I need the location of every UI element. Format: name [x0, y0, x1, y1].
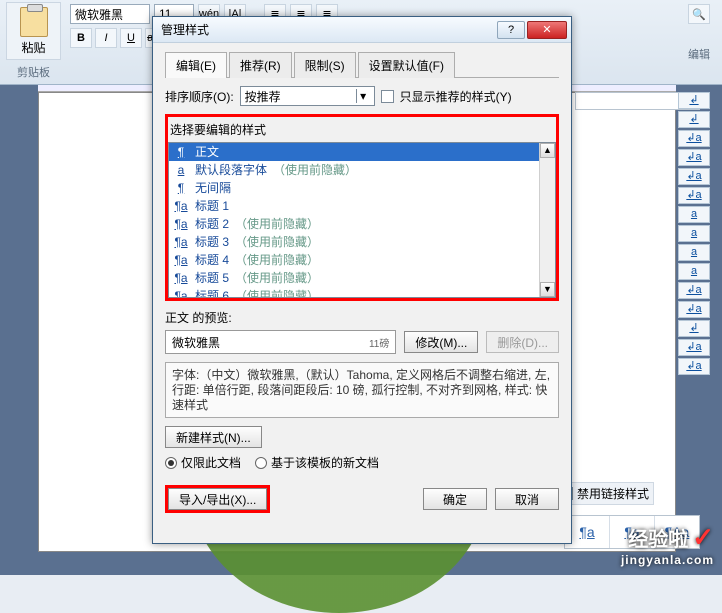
sort-order-combo[interactable]: 按推荐▾ — [240, 86, 375, 106]
style-entry[interactable]: ↲a — [678, 358, 710, 375]
style-item-heading3[interactable]: ¶a 标题 3 （使用前隐藏） — [169, 233, 555, 251]
preview-label: 正文 的预览: — [165, 309, 559, 326]
styles-pane-list: ↲ ↲ ↲a ↲a ↲a ↲a a a a a ↲a ↲a ↲ ↲a ↲a — [678, 92, 710, 375]
show-recommended-label: 只显示推荐的样式(Y) — [400, 88, 512, 105]
style-entry[interactable]: ↲ — [678, 320, 710, 337]
ok-button[interactable]: 确定 — [423, 488, 487, 510]
chevron-down-icon: ▾ — [356, 89, 370, 103]
scroll-up-icon[interactable]: ▲ — [540, 143, 555, 158]
style-entry[interactable]: ↲a — [678, 130, 710, 147]
font-name-combo[interactable]: 微软雅黑 — [70, 4, 150, 24]
style-entry[interactable]: ↲ — [678, 92, 710, 109]
clipboard-group-label: 剪贴板 — [6, 64, 61, 80]
style-entry[interactable]: a — [678, 206, 710, 223]
tab-edit[interactable]: 编辑(E) — [165, 52, 227, 78]
linked-icon: ¶a — [173, 198, 189, 214]
style-listbox[interactable]: ¶ 正文 a 默认段落字体 （使用前隐藏） ¶ 无间隔 ¶a 标题 1 ¶a — [168, 142, 556, 298]
dialog-tabs: 编辑(E) 推荐(R) 限制(S) 设置默认值(F) — [165, 51, 559, 78]
find-icon[interactable]: 🔍 — [688, 4, 710, 24]
style-entry[interactable]: ↲a — [678, 187, 710, 204]
style-description: 字体:（中文）微软雅黑,（默认）Tahoma, 定义网格后不调整右缩进, 左, … — [165, 362, 559, 418]
underline-button[interactable]: U — [120, 28, 142, 48]
disable-linked-label: 禁用链接样式 — [577, 485, 649, 502]
linked-icon: ¶a — [173, 234, 189, 250]
paragraph-icon: ¶ — [173, 180, 189, 196]
modify-button[interactable]: 修改(M)... — [404, 331, 478, 353]
watermark: 经验啦✓ jingyanla.com — [621, 522, 714, 567]
import-export-button[interactable]: 导入/导出(X)... — [168, 488, 267, 510]
style-entry[interactable]: ↲a — [678, 168, 710, 185]
char-icon: a — [173, 162, 189, 178]
linked-icon: ¶a — [173, 270, 189, 286]
style-item-heading6[interactable]: ¶a 标题 6 （使用前隐藏） — [169, 287, 555, 298]
close-button[interactable]: ✕ — [527, 21, 567, 39]
select-style-label: 选择要编辑的样式 — [168, 117, 556, 140]
tab-defaults[interactable]: 设置默认值(F) — [358, 52, 455, 78]
style-item-heading4[interactable]: ¶a 标题 4 （使用前隐藏） — [169, 251, 555, 269]
tab-recommend[interactable]: 推荐(R) — [229, 52, 292, 78]
edit-group-label: 编辑 — [688, 46, 710, 62]
style-item-heading1[interactable]: ¶a 标题 1 — [169, 197, 555, 215]
scroll-down-icon[interactable]: ▼ — [540, 282, 555, 297]
sort-order-label: 排序顺序(O): — [165, 88, 234, 105]
dialog-titlebar[interactable]: 管理样式 ? ✕ — [153, 17, 571, 43]
style-item-body[interactable]: ¶ 正文 — [169, 143, 555, 161]
paragraph-icon: ¶ — [173, 144, 189, 160]
highlight-style-list: 选择要编辑的样式 ¶ 正文 a 默认段落字体 （使用前隐藏） ¶ 无间隔 ¶a — [165, 114, 559, 301]
radio-template[interactable]: 基于该模板的新文档 — [255, 454, 379, 471]
delete-button: 删除(D)... — [486, 331, 559, 353]
style-entry[interactable]: ↲a — [678, 301, 710, 318]
linked-icon: ¶a — [173, 288, 189, 298]
paste-button[interactable]: 粘贴 — [6, 2, 61, 60]
dialog-title: 管理样式 — [157, 21, 495, 38]
new-style-button[interactable]: 新建样式(N)... — [165, 426, 262, 448]
linked-icon: ¶a — [173, 216, 189, 232]
style-entry[interactable]: ↲a — [678, 282, 710, 299]
scrollbar[interactable]: ▲ ▼ — [539, 143, 555, 297]
paste-icon — [20, 7, 48, 37]
cancel-button[interactable]: 取消 — [495, 488, 559, 510]
style-item-heading2[interactable]: ¶a 标题 2 （使用前隐藏） — [169, 215, 555, 233]
radio-icon — [255, 457, 267, 469]
style-entry[interactable]: ↲a — [678, 149, 710, 166]
show-recommended-checkbox[interactable] — [381, 90, 394, 103]
style-entry[interactable]: a — [678, 263, 710, 280]
radio-this-doc[interactable]: 仅限此文档 — [165, 454, 241, 471]
linked-icon: ¶a — [173, 252, 189, 268]
style-item-heading5[interactable]: ¶a 标题 5 （使用前隐藏） — [169, 269, 555, 287]
radio-icon — [165, 457, 177, 469]
help-button[interactable]: ? — [497, 21, 525, 39]
manage-styles-dialog: 管理样式 ? ✕ 编辑(E) 推荐(R) 限制(S) 设置默认值(F) 排序顺序… — [152, 16, 572, 544]
highlight-import-export: 导入/导出(X)... — [165, 485, 270, 513]
style-item-default-font[interactable]: a 默认段落字体 （使用前隐藏） — [169, 161, 555, 179]
paste-label: 粘贴 — [7, 39, 60, 56]
tab-restrict[interactable]: 限制(S) — [294, 52, 356, 78]
style-entry[interactable]: ↲a — [678, 339, 710, 356]
style-entry[interactable]: ↲ — [678, 111, 710, 128]
italic-button[interactable]: I — [95, 28, 117, 48]
bold-button[interactable]: B — [70, 28, 92, 48]
style-entry[interactable]: a — [678, 244, 710, 261]
style-entry[interactable]: a — [678, 225, 710, 242]
check-icon: ✓ — [692, 522, 714, 552]
style-item-no-spacing[interactable]: ¶ 无间隔 — [169, 179, 555, 197]
preview-box: 微软雅黑 11磅 — [165, 330, 396, 354]
